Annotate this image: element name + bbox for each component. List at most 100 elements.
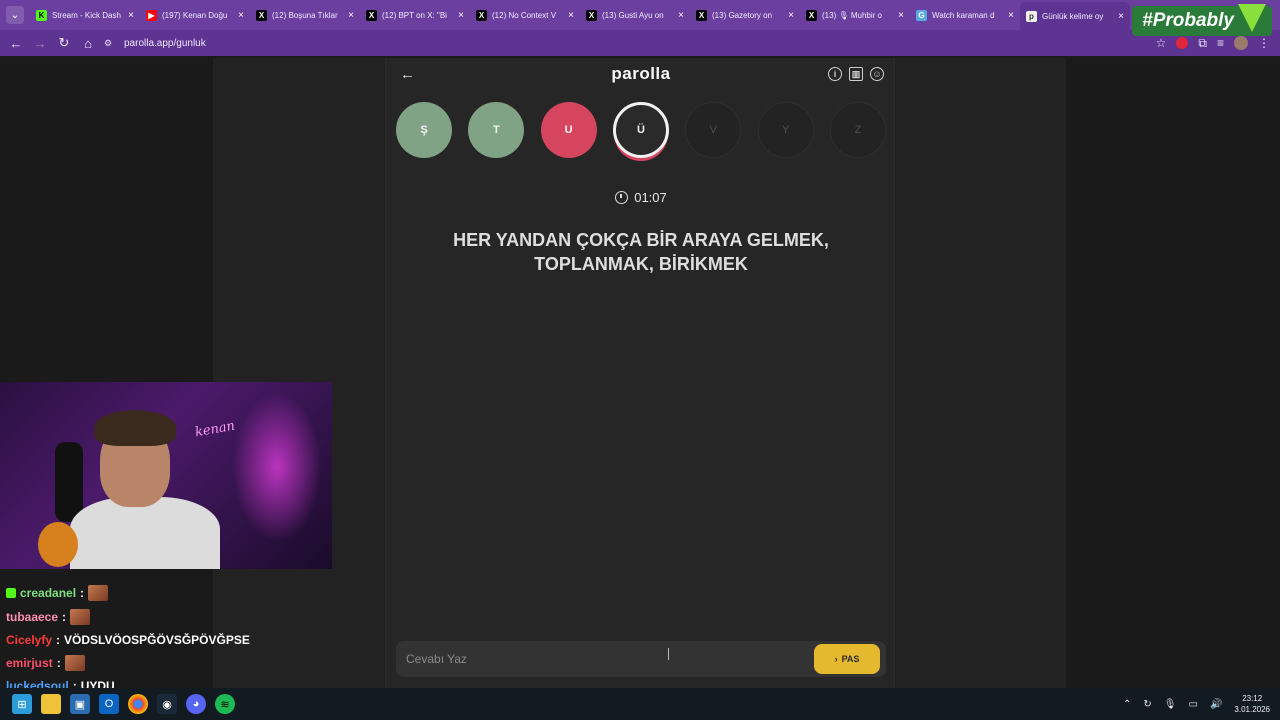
reload-icon[interactable]: ↻: [52, 31, 76, 55]
webcam-overlay: kenan: [0, 382, 332, 569]
plush-toy: [38, 522, 78, 567]
chat-text: VÖDSLVÖOSPĞÖVSĞPÖVĞPSE: [64, 633, 250, 647]
tab-search-icon[interactable]: ⌄: [6, 6, 24, 24]
emote-icon: [88, 585, 109, 601]
network-icon[interactable]: ▭: [1189, 699, 1198, 710]
question-text: HER YANDAN ÇOKÇA BİR ARAYA GELMEK, TOPLA…: [453, 230, 829, 274]
star-icon[interactable]: ☆: [1156, 36, 1167, 50]
neon-sign: kenan: [194, 418, 237, 441]
stats-icon[interactable]: ▥: [849, 67, 863, 81]
kick-icon: K: [36, 9, 47, 21]
browser-tab-active[interactable]: p Günlük kelime oy ×: [1020, 2, 1130, 30]
youtube-icon: ▶: [146, 9, 157, 21]
steam-icon[interactable]: ◉: [157, 694, 177, 714]
back-icon[interactable]: ←: [4, 31, 28, 55]
letter-circle-correct: Ş: [396, 102, 452, 158]
chat-username: creadanel: [20, 586, 77, 600]
close-icon[interactable]: ×: [1118, 11, 1124, 22]
browser-tab[interactable]: X (13) 🎙 Muhbir o ×: [800, 3, 910, 27]
close-icon[interactable]: ×: [1008, 10, 1014, 21]
address-bar: ← → ↻ ⌂ ⚙ parolla.app/gunluk ☆ ⧉ ≡ ⋮: [0, 30, 1280, 56]
site-info-icon[interactable]: ⚙: [104, 38, 118, 49]
overlay-tag: #Probably: [1142, 10, 1234, 31]
chevron-up-icon[interactable]: ⌃: [1123, 699, 1131, 710]
x-icon: X: [696, 9, 707, 21]
profile-avatar[interactable]: [1234, 36, 1248, 50]
emote-icon: [70, 609, 91, 625]
timer-value: 01:07: [634, 190, 667, 205]
chevron-right-icon: ›: [834, 654, 838, 664]
url-text: parolla.app/gunluk: [124, 37, 206, 49]
tab-title: Stream - Kick Dash: [52, 10, 121, 20]
subscriber-badge-icon: [6, 588, 16, 598]
file-explorer-icon[interactable]: [41, 694, 61, 714]
chat-separator: :: [56, 633, 61, 647]
letter-circle-pending: Y: [757, 102, 814, 158]
browser-tab[interactable]: G Watch karaman d ×: [910, 3, 1020, 27]
clock-date: 3.01.2026: [1234, 705, 1270, 714]
url-field[interactable]: ⚙ parolla.app/gunluk: [104, 32, 206, 54]
right-gutter: [1066, 58, 1280, 688]
store-icon[interactable]: ▣: [70, 694, 90, 714]
x-icon: X: [476, 9, 487, 21]
close-icon[interactable]: ×: [128, 10, 134, 21]
close-icon[interactable]: ×: [898, 10, 904, 21]
close-icon[interactable]: ×: [568, 10, 574, 21]
answer-input[interactable]: [396, 641, 806, 677]
sync-icon[interactable]: ↻: [1143, 699, 1151, 710]
microphone-icon[interactable]: 🎙: [1164, 699, 1177, 710]
tab-title: (13) Gusti Ayu on: [602, 10, 664, 20]
browser-tab[interactable]: ▶ (197) Kenan Doğu ×: [140, 3, 250, 27]
browser-tab[interactable]: X (13) Gusti Ayu on ×: [580, 3, 690, 27]
letter-circle-current: Ü: [612, 102, 669, 158]
tab-title: (12) Boşuna Tıklar: [272, 10, 338, 20]
close-icon[interactable]: ×: [458, 10, 464, 21]
home-icon[interactable]: ⌂: [76, 31, 100, 55]
windows-start-icon[interactable]: ⊞: [12, 694, 32, 714]
app-logo: parolla: [611, 64, 671, 83]
close-icon[interactable]: ×: [348, 10, 354, 21]
close-icon[interactable]: ×: [678, 10, 684, 21]
browser-tab-strip: ⌄ K Stream - Kick Dash × ▶ (197) Kenan D…: [0, 0, 1280, 30]
chat-message: emirjust :: [6, 653, 85, 673]
streamer-hair: [94, 410, 176, 446]
pass-label: PAS: [841, 654, 860, 664]
outlook-icon[interactable]: O: [99, 694, 119, 714]
chat-separator: :: [80, 586, 85, 600]
browser-tab[interactable]: X (12) No Context V ×: [470, 3, 580, 27]
browser-tab[interactable]: K Stream - Kick Dash ×: [30, 3, 140, 27]
browser-tab[interactable]: X (12) Boşuna Tıklar ×: [250, 3, 360, 27]
kebab-menu-icon[interactable]: ⋮: [1258, 36, 1270, 50]
info-icon[interactable]: i: [828, 67, 842, 81]
tab-title: Watch karaman d: [932, 10, 995, 20]
chat-username: Cicelyfy: [6, 633, 53, 647]
system-clock[interactable]: 23:12 3.01.2026: [1234, 693, 1270, 715]
reading-list-icon[interactable]: ≡: [1217, 36, 1224, 50]
pass-button[interactable]: › PAS: [814, 644, 880, 674]
go-icon: G: [916, 9, 927, 21]
tab-title: (197) Kenan Doğu: [162, 10, 228, 20]
spotify-icon[interactable]: ≋: [215, 694, 235, 714]
close-icon[interactable]: ×: [788, 10, 794, 21]
volume-icon[interactable]: 🔊: [1210, 699, 1222, 710]
letter-progress: Ş T U Ü V Y Z: [396, 102, 886, 162]
parolla-icon: p: [1026, 10, 1037, 22]
text-cursor: [668, 648, 669, 660]
close-icon[interactable]: ×: [238, 10, 244, 21]
discord-icon[interactable]: ◕: [186, 694, 206, 714]
browser-tab[interactable]: X (12) BPT on X: "Bi ×: [360, 3, 470, 27]
x-icon: X: [366, 9, 377, 21]
chrome-icon[interactable]: [128, 694, 148, 714]
streamer-shirt: [70, 497, 220, 569]
puzzle-icon[interactable]: ⧉: [1198, 36, 1207, 51]
extension-icon[interactable]: [1176, 37, 1189, 49]
browser-tab[interactable]: X (13) Gazetory on ×: [690, 3, 800, 27]
forward-icon[interactable]: →: [28, 31, 52, 55]
letter-circle-pending: V: [685, 102, 742, 158]
x-icon: X: [586, 9, 597, 21]
profile-icon[interactable]: ☺: [870, 67, 884, 81]
chat-message: tubaaece :: [6, 607, 91, 627]
tab-title: (12) BPT on X: "Bi: [382, 10, 447, 20]
v-logo-icon: [1238, 4, 1266, 32]
answer-bar: › PAS: [396, 641, 886, 677]
